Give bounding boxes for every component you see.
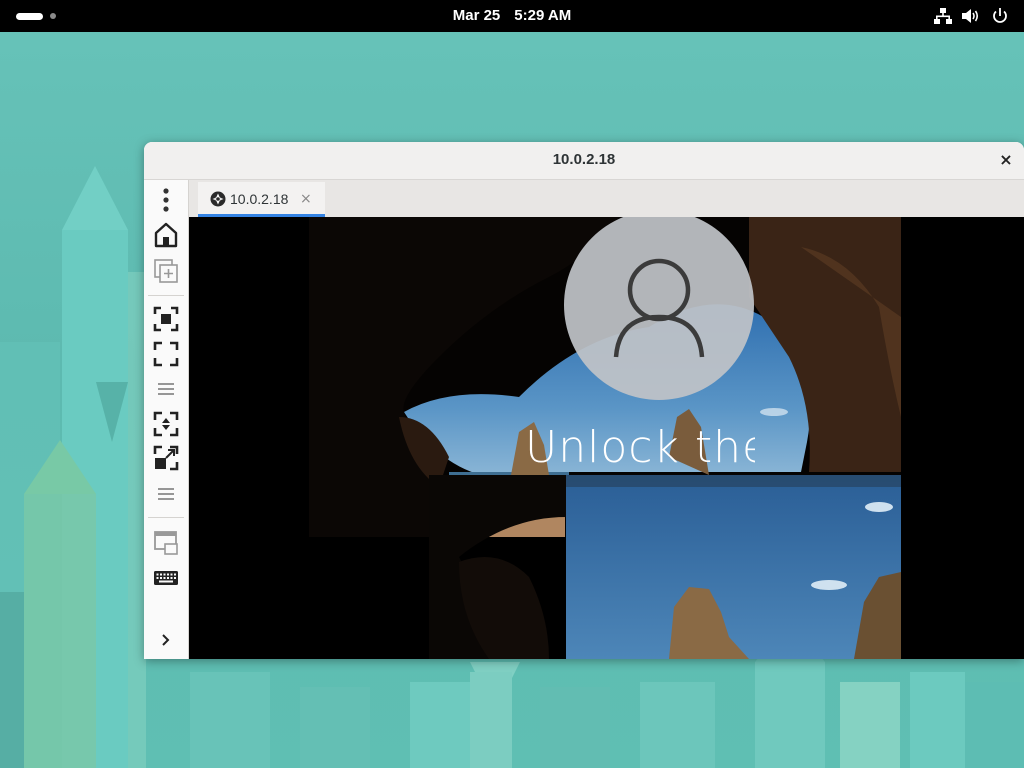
window-close-button[interactable]: × <box>996 150 1016 170</box>
tab-label: 10.0.2.18 <box>230 191 289 207</box>
top-bar: Mar 25 5:29 AM <box>0 0 1024 32</box>
fit-window-icon[interactable] <box>153 306 179 332</box>
lockscreen-unlock-text: Unlock the F <box>525 422 755 473</box>
separator-handle-icon[interactable] <box>153 481 179 507</box>
sidebar-separator <box>148 517 184 518</box>
power-icon[interactable] <box>991 8 1009 24</box>
volume-icon[interactable] <box>962 8 980 24</box>
remote-desktop-window: 10.0.2.18 × 10.0.2.18 × Unlock th <box>144 142 1024 659</box>
remote-desktop-icon <box>210 191 226 207</box>
clock-button[interactable]: Mar 25 5:29 AM <box>0 0 1024 32</box>
keyboard-icon[interactable] <box>153 565 179 591</box>
remote-desktop-view[interactable]: Unlock the F <box>189 217 1024 659</box>
fullscreen-icon[interactable] <box>153 341 179 367</box>
tab-bar: 10.0.2.18 × <box>189 180 1024 218</box>
tab-connection[interactable]: 10.0.2.18 × <box>198 182 325 217</box>
separator-handle-icon[interactable] <box>153 376 179 402</box>
window-titlebar[interactable]: 10.0.2.18 × <box>144 142 1024 180</box>
new-connection-icon[interactable] <box>153 258 179 284</box>
tab-close-button[interactable]: × <box>300 182 312 217</box>
toolbar-sidebar <box>144 180 189 659</box>
date-label: Mar 25 <box>452 7 501 24</box>
network-icon[interactable] <box>934 8 952 24</box>
resize-remote-icon[interactable] <box>153 445 179 471</box>
expand-sidebar-icon[interactable] <box>153 627 179 653</box>
home-icon[interactable] <box>153 222 179 248</box>
multi-monitor-icon[interactable] <box>153 530 179 556</box>
menu-icon[interactable] <box>153 187 179 213</box>
window-title: 10.0.2.18 <box>552 151 616 168</box>
sidebar-separator <box>148 295 184 296</box>
time-label: 5:29 AM <box>514 7 572 24</box>
scale-icon[interactable] <box>153 411 179 437</box>
